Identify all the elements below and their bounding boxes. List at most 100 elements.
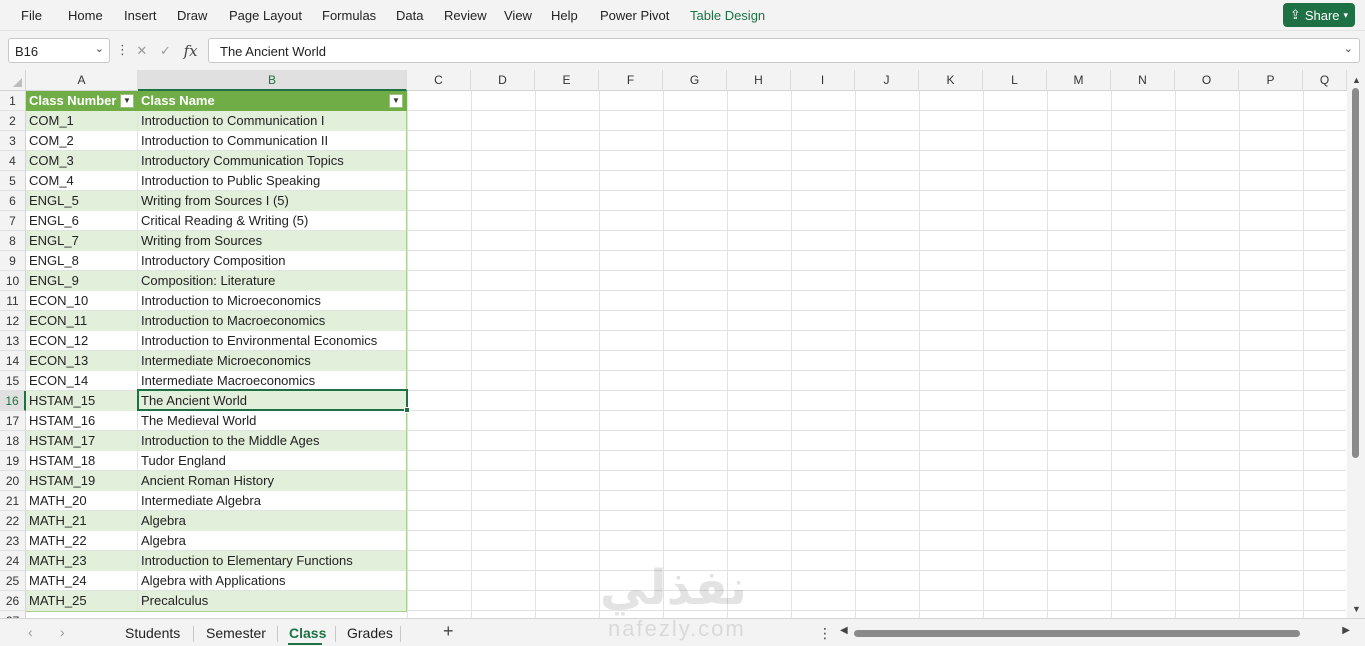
- class-name-cell[interactable]: Critical Reading & Writing (5): [138, 211, 407, 231]
- class-number-cell[interactable]: MATH_23: [26, 551, 138, 571]
- class-name-cell[interactable]: Introduction to Environmental Economics: [138, 331, 407, 351]
- expand-formula-icon[interactable]: ⌄: [1344, 42, 1353, 55]
- class-name-cell[interactable]: Algebra: [138, 511, 407, 531]
- row-header-25[interactable]: 25: [0, 571, 26, 591]
- class-number-cell[interactable]: COM_3: [26, 151, 138, 171]
- more-options-icon[interactable]: ⋮: [116, 42, 129, 58]
- filter-dropdown-icon[interactable]: ▼: [389, 94, 403, 108]
- sheet-tab-semester[interactable]: Semester: [206, 625, 266, 641]
- class-name-cell[interactable]: Precalculus: [138, 591, 407, 611]
- row-header-21[interactable]: 21: [0, 491, 26, 511]
- sheet-tab-grades[interactable]: Grades: [347, 625, 393, 641]
- sheet-tab-class[interactable]: Class: [289, 625, 326, 641]
- more-options-icon[interactable]: ⋮: [818, 625, 832, 642]
- vertical-scroll-thumb[interactable]: [1352, 88, 1359, 458]
- class-number-cell[interactable]: ENGL_8: [26, 251, 138, 271]
- scroll-down-icon[interactable]: ▼: [1352, 604, 1361, 614]
- row-header-14[interactable]: 14: [0, 351, 26, 371]
- class-name-cell[interactable]: Algebra: [138, 531, 407, 551]
- class-name-cell[interactable]: Introduction to the Middle Ages: [138, 431, 407, 451]
- row-header-27[interactable]: 27: [0, 611, 26, 618]
- menu-draw[interactable]: Draw: [177, 8, 207, 23]
- column-header-l[interactable]: L: [983, 70, 1047, 91]
- row-header-22[interactable]: 22: [0, 511, 26, 531]
- menu-power-pivot[interactable]: Power Pivot: [600, 8, 669, 23]
- menu-home[interactable]: Home: [68, 8, 103, 23]
- class-number-cell[interactable]: HSTAM_19: [26, 471, 138, 491]
- row-header-16[interactable]: 16: [0, 391, 26, 411]
- row-header-7[interactable]: 7: [0, 211, 26, 231]
- class-name-cell[interactable]: Introductory Communication Topics: [138, 151, 407, 171]
- row-header-24[interactable]: 24: [0, 551, 26, 571]
- class-name-cell[interactable]: Intermediate Algebra: [138, 491, 407, 511]
- menu-review[interactable]: Review: [444, 8, 487, 23]
- insert-function-icon[interactable]: fx: [184, 42, 198, 60]
- row-header-9[interactable]: 9: [0, 251, 26, 271]
- class-number-cell[interactable]: ECON_11: [26, 311, 138, 331]
- class-name-cell[interactable]: Introduction to Macroeconomics: [138, 311, 407, 331]
- row-header-15[interactable]: 15: [0, 371, 26, 391]
- row-header-17[interactable]: 17: [0, 411, 26, 431]
- share-button[interactable]: ⇪ Share ▾: [1283, 3, 1355, 27]
- class-number-cell[interactable]: ENGL_9: [26, 271, 138, 291]
- row-header-3[interactable]: 3: [0, 131, 26, 151]
- table-row-partial[interactable]: [26, 611, 407, 618]
- class-number-cell[interactable]: ECON_14: [26, 371, 138, 391]
- row-header-1[interactable]: 1: [0, 91, 26, 111]
- class-number-cell[interactable]: COM_2: [26, 131, 138, 151]
- class-number-cell[interactable]: HSTAM_18: [26, 451, 138, 471]
- class-number-cell[interactable]: ECON_12: [26, 331, 138, 351]
- row-header-11[interactable]: 11: [0, 291, 26, 311]
- column-header-p[interactable]: P: [1239, 70, 1303, 91]
- column-header-b[interactable]: B: [138, 70, 407, 91]
- row-header-26[interactable]: 26: [0, 591, 26, 611]
- column-header-n[interactable]: N: [1111, 70, 1175, 91]
- scroll-up-icon[interactable]: ▲: [1352, 75, 1361, 85]
- row-header-2[interactable]: 2: [0, 111, 26, 131]
- class-name-cell[interactable]: The Medieval World: [138, 411, 407, 431]
- spreadsheet-grid[interactable]: A B C D E F G H I J K L M N O P Q 1 2 3 4 5 6 7 8 9 10 11 12 13 14 15 16…: [0, 70, 1365, 618]
- class-number-cell[interactable]: MATH_22: [26, 531, 138, 551]
- column-header-m[interactable]: M: [1047, 70, 1111, 91]
- chevron-down-icon[interactable]: ⌄: [95, 42, 104, 55]
- class-name-cell[interactable]: Tudor England: [138, 451, 407, 471]
- select-all-button[interactable]: [0, 70, 26, 91]
- class-number-cell[interactable]: HSTAM_15: [26, 391, 138, 411]
- formula-input[interactable]: The Ancient World ⌄: [208, 38, 1360, 63]
- menu-data[interactable]: Data: [396, 8, 423, 23]
- column-header-d[interactable]: D: [471, 70, 535, 91]
- class-name-cell[interactable]: Intermediate Microeconomics: [138, 351, 407, 371]
- class-number-cell[interactable]: MATH_25: [26, 591, 138, 611]
- column-header-j[interactable]: J: [855, 70, 919, 91]
- row-header-18[interactable]: 18: [0, 431, 26, 451]
- add-sheet-icon[interactable]: +: [443, 621, 454, 642]
- scroll-right-icon[interactable]: ▶: [1342, 625, 1350, 636]
- menu-formulas[interactable]: Formulas: [322, 8, 376, 23]
- column-header-a[interactable]: A: [26, 70, 138, 91]
- row-header-23[interactable]: 23: [0, 531, 26, 551]
- cancel-icon[interactable]: ✕: [136, 43, 147, 59]
- confirm-icon[interactable]: ✓: [160, 43, 171, 59]
- class-number-cell[interactable]: ENGL_5: [26, 191, 138, 211]
- prev-sheet-icon[interactable]: ‹: [28, 624, 33, 640]
- sheet-tab-students[interactable]: Students: [125, 625, 180, 641]
- class-number-cell[interactable]: ECON_13: [26, 351, 138, 371]
- class-number-cell[interactable]: ECON_10: [26, 291, 138, 311]
- class-name-cell[interactable]: Algebra with Applications: [138, 571, 407, 591]
- column-header-o[interactable]: O: [1175, 70, 1239, 91]
- class-number-cell[interactable]: MATH_20: [26, 491, 138, 511]
- filter-dropdown-icon[interactable]: ▼: [120, 94, 134, 108]
- class-name-cell[interactable]: Composition: Literature: [138, 271, 407, 291]
- menu-help[interactable]: Help: [551, 8, 578, 23]
- row-header-10[interactable]: 10: [0, 271, 26, 291]
- class-name-cell[interactable]: Introduction to Elementary Functions: [138, 551, 407, 571]
- class-name-cell[interactable]: Introduction to Communication I: [138, 111, 407, 131]
- class-number-cell[interactable]: ENGL_6: [26, 211, 138, 231]
- horizontal-scroll-thumb[interactable]: [854, 630, 1300, 637]
- column-header-h[interactable]: H: [727, 70, 791, 91]
- row-header-13[interactable]: 13: [0, 331, 26, 351]
- row-header-19[interactable]: 19: [0, 451, 26, 471]
- class-number-cell[interactable]: MATH_21: [26, 511, 138, 531]
- row-header-8[interactable]: 8: [0, 231, 26, 251]
- menu-file[interactable]: File: [21, 8, 42, 23]
